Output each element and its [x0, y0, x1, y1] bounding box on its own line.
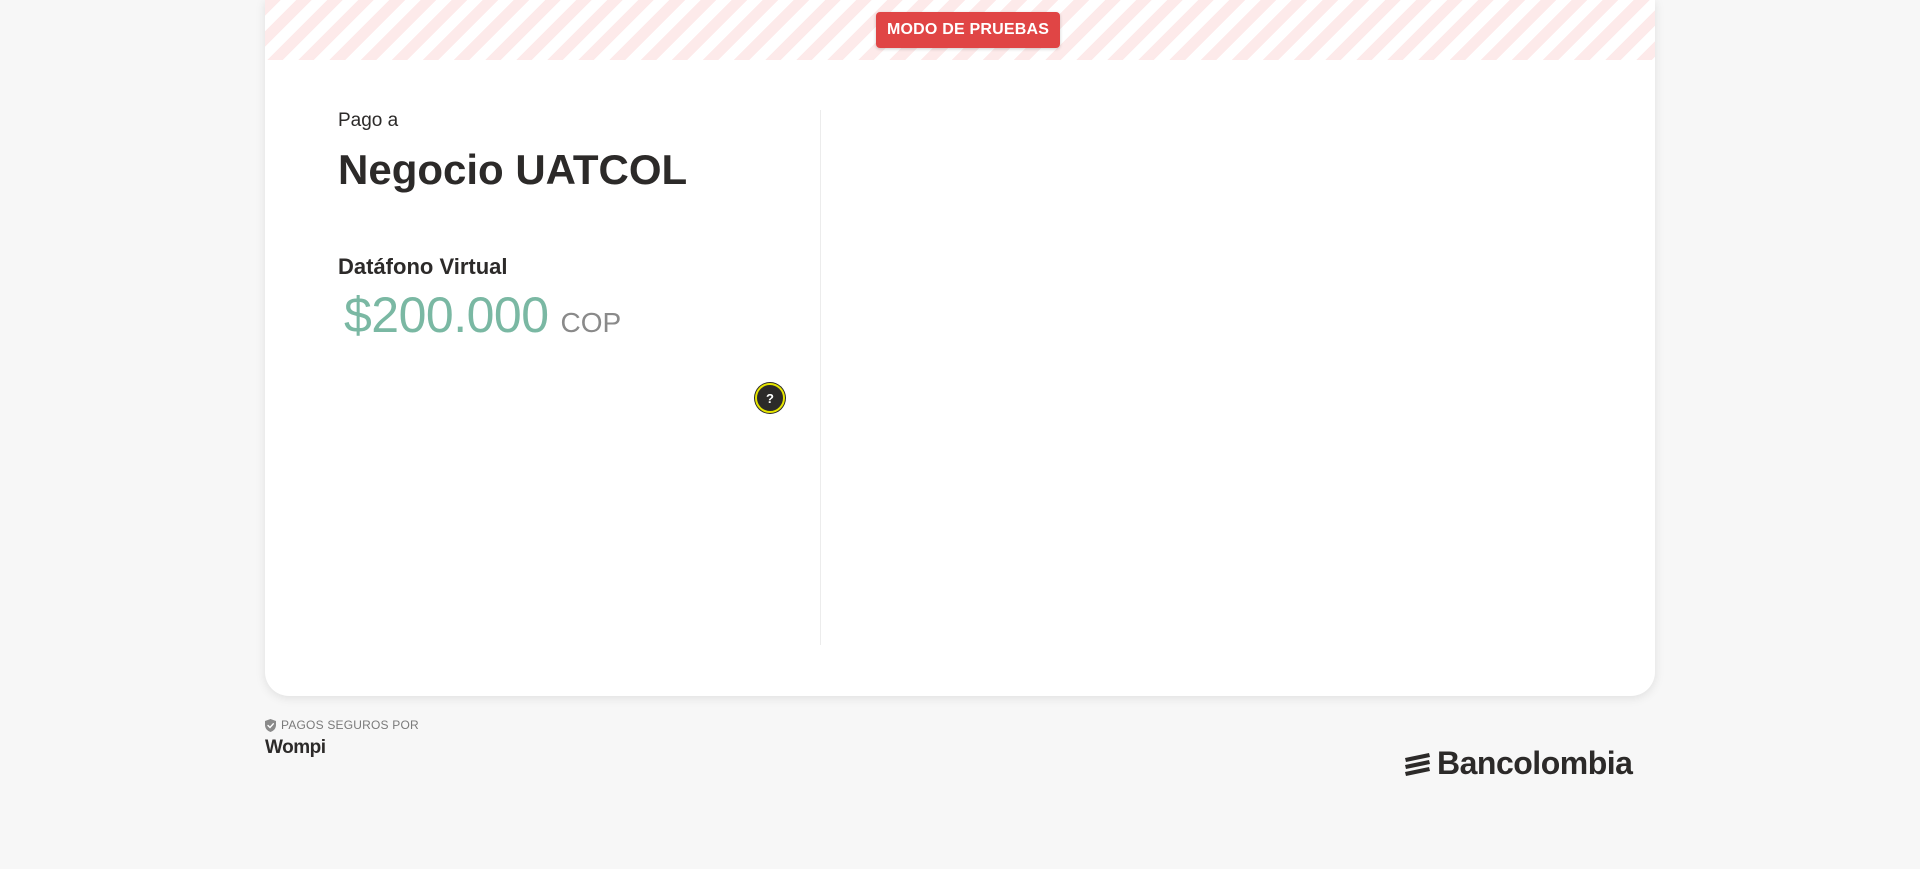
- payment-summary: Pago a Negocio UATCOL Datáfono Virtual $…: [338, 60, 818, 640]
- secure-payments-text: PAGOS SEGUROS POR: [281, 718, 419, 732]
- product-name: Datáfono Virtual: [338, 254, 508, 279]
- wompi-logo-text: Wompi: [265, 737, 326, 758]
- pay-to-label: Pago a: [338, 110, 399, 131]
- shield-check-icon: [265, 718, 276, 732]
- amount-row: $200.000 COP: [344, 286, 621, 344]
- wompi-logo: Wompi: [265, 737, 326, 759]
- bancolombia-logo-text: Bancolombia: [1437, 745, 1633, 781]
- bancolombia-icon: [1405, 752, 1430, 776]
- help-button[interactable]: ?: [755, 383, 785, 413]
- question-mark-icon: ?: [766, 390, 774, 406]
- secure-payments-label: PAGOS SEGUROS POR: [265, 718, 419, 732]
- test-mode-badge: MODO DE PRUEBAS: [876, 12, 1061, 48]
- currency-code: COP: [560, 307, 622, 338]
- checkout-card: MODO DE PRUEBAS Pago a Negocio UATCOL Da…: [265, 0, 1655, 696]
- test-mode-banner: MODO DE PRUEBAS: [265, 0, 1655, 60]
- panel-divider: [820, 110, 821, 645]
- bancolombia-logo: Bancolombia: [1403, 745, 1633, 782]
- merchant-name: Negocio UATCOL: [338, 146, 688, 193]
- amount-value: $200.000: [344, 287, 549, 343]
